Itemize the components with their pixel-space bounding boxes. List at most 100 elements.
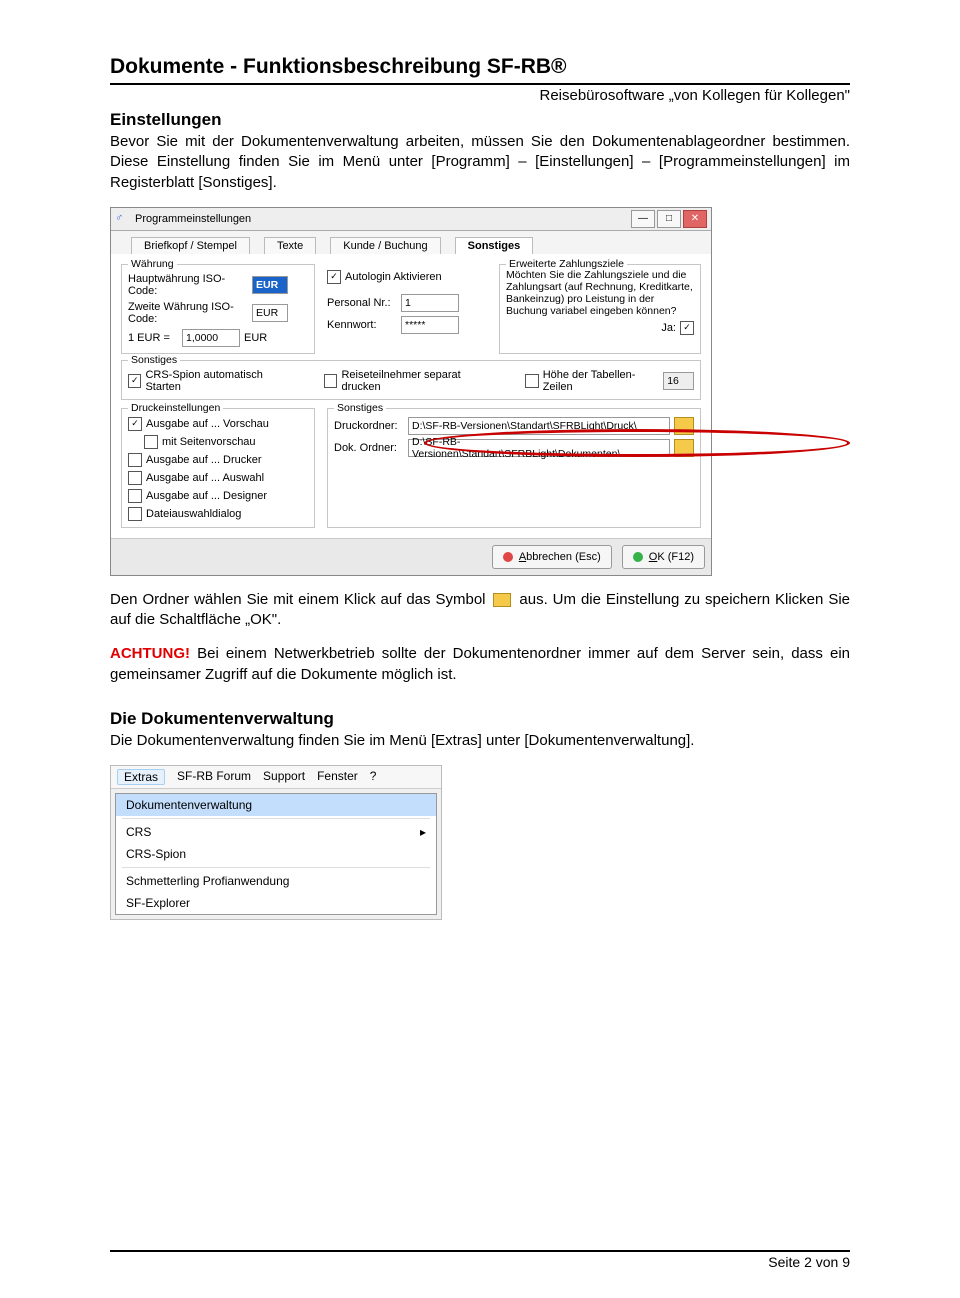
window-min-button[interactable]: — bbox=[631, 210, 655, 228]
checkbox-tabellenhoehe[interactable] bbox=[525, 374, 538, 388]
title-rule bbox=[110, 83, 850, 85]
menu-support[interactable]: Support bbox=[263, 769, 305, 785]
text-zahlungsziele: Möchten Sie die Zahlungsziele und die Za… bbox=[506, 269, 694, 317]
window-close-button[interactable]: ✕ bbox=[683, 210, 707, 228]
label-kennwort: Kennwort: bbox=[327, 319, 397, 331]
menu-separator-1 bbox=[122, 818, 430, 819]
label-dokordner: Dok. Ordner: bbox=[334, 442, 404, 454]
menu-item-schmetterling[interactable]: Schmetterling Profianwendung bbox=[116, 870, 436, 892]
menu-item-dokumentenverwaltung[interactable]: Dokumentenverwaltung bbox=[116, 794, 436, 816]
input-personal-nr[interactable]: 1 bbox=[401, 294, 459, 312]
label-crs-spion: CRS-Spion automatisch Starten bbox=[145, 369, 294, 393]
tab-sonstiges[interactable]: Sonstiges bbox=[455, 237, 534, 254]
achtung-text: Bei einem Netwerkbetrieb sollte der Doku… bbox=[110, 645, 850, 682]
cancel-icon bbox=[503, 552, 513, 562]
group-title-zahlungsziele: Erweiterte Zahlungsziele bbox=[506, 258, 627, 270]
group-title-folders: Sonstiges bbox=[334, 402, 386, 414]
settings-window: ♂ Programmeinstellungen — □ ✕ Briefkopf … bbox=[110, 207, 712, 576]
para-ordner: Den Ordner wählen Sie mit einem Klick au… bbox=[110, 590, 850, 631]
input-kennwort[interactable]: ***** bbox=[401, 316, 459, 334]
checkbox-vorschau[interactable] bbox=[128, 417, 142, 431]
label-zweite-waehrung: Zweite Währung ISO-Code: bbox=[128, 301, 248, 325]
menu-item-crs-label: CRS bbox=[126, 825, 151, 839]
group-zahlungsziele: Erweiterte Zahlungsziele Möchten Sie die… bbox=[499, 264, 701, 354]
label-autologin: Autologin Aktivieren bbox=[345, 271, 442, 283]
menu-forum[interactable]: SF-RB Forum bbox=[177, 769, 251, 785]
inline-folder-icon bbox=[493, 593, 511, 607]
ok-button[interactable]: OK (F12) bbox=[622, 545, 705, 569]
settings-tabs: Briefkopf / Stempel Texte Kunde / Buchun… bbox=[111, 231, 711, 254]
doc-title: Dokumente - Funktionsbeschreibung SF-RB® bbox=[110, 55, 850, 79]
window-max-button[interactable]: □ bbox=[657, 210, 681, 228]
group-sonstiges-1: Sonstiges CRS-Spion automatisch Starten … bbox=[121, 360, 701, 400]
menu-item-schmetterling-label: Schmetterling Profianwendung bbox=[126, 874, 289, 888]
extras-menu-screenshot: Extras SF-RB Forum Support Fenster ? Dok… bbox=[110, 765, 442, 920]
input-dokordner[interactable]: D:\SF-RB-Versionen\Standart\SFRBLight\Do… bbox=[408, 439, 670, 457]
menu-extras[interactable]: Extras bbox=[117, 769, 165, 785]
label-personal-nr: Personal Nr.: bbox=[327, 297, 397, 309]
label-vorschau: Ausgabe auf ... Vorschau bbox=[146, 418, 269, 430]
checkbox-zahlungsziele-ja[interactable] bbox=[680, 321, 694, 335]
group-title-druck: Druckeinstellungen bbox=[128, 402, 223, 414]
label-dateiauswahl: Dateiauswahldialog bbox=[146, 508, 241, 520]
menu-item-sf-explorer[interactable]: SF-Explorer bbox=[116, 892, 436, 914]
ok-label: K (F12) bbox=[657, 551, 694, 563]
group-druckeinstellungen: Druckeinstellungen Ausgabe auf ... Vorsc… bbox=[121, 408, 315, 528]
doc-subtitle: Reisebürosoftware „von Kollegen für Koll… bbox=[110, 87, 850, 104]
checkbox-designer[interactable] bbox=[128, 489, 142, 503]
label-reiseteilnehmer: Reiseteilnehmer separat drucken bbox=[341, 369, 495, 393]
label-hauptwaehrung: Hauptwährung ISO-Code: bbox=[128, 273, 248, 297]
label-drucker: Ausgabe auf ... Drucker bbox=[146, 454, 262, 466]
heading-einstellungen: Einstellungen bbox=[110, 110, 850, 130]
label-kurs: 1 EUR = bbox=[128, 332, 178, 344]
label-designer: Ausgabe auf ... Designer bbox=[146, 490, 267, 502]
heading-verwaltung: Die Dokumentenverwaltung bbox=[110, 709, 850, 729]
menu-separator-2 bbox=[122, 867, 430, 868]
ok-icon bbox=[633, 552, 643, 562]
input-tabellenhoehe[interactable]: 16 bbox=[663, 372, 694, 390]
menu-bar: Extras SF-RB Forum Support Fenster ? bbox=[111, 766, 441, 789]
checkbox-reiseteilnehmer[interactable] bbox=[324, 374, 337, 388]
label-kurs-eur: EUR bbox=[244, 332, 267, 344]
submenu-arrow-icon: ▸ bbox=[420, 825, 426, 839]
menu-fenster[interactable]: Fenster bbox=[317, 769, 358, 785]
cancel-label: bbrechen (Esc) bbox=[526, 551, 601, 563]
extras-dropdown: Dokumentenverwaltung CRS ▸ CRS-Spion Sch… bbox=[115, 793, 437, 915]
group-waehrung: Währung Hauptwährung ISO-Code: EUR Zweit… bbox=[121, 264, 315, 354]
para-verwaltung: Die Dokumentenverwaltung finden Sie im M… bbox=[110, 731, 850, 751]
label-auswahl: Ausgabe auf ... Auswahl bbox=[146, 472, 264, 484]
group-title-sonstiges1: Sonstiges bbox=[128, 354, 180, 366]
label-seitenvorschau: mit Seitenvorschau bbox=[162, 436, 256, 448]
tab-kunde[interactable]: Kunde / Buchung bbox=[330, 237, 440, 254]
cancel-button[interactable]: Abbrechen (Esc) bbox=[492, 545, 612, 569]
tab-briefkopf[interactable]: Briefkopf / Stempel bbox=[131, 237, 250, 254]
menu-item-dok-label: Dokumentenverwaltung bbox=[126, 798, 252, 812]
checkbox-crs-spion[interactable] bbox=[128, 374, 141, 388]
app-icon: ♂ bbox=[115, 212, 129, 226]
folder-browse-dok-icon[interactable] bbox=[674, 439, 694, 457]
checkbox-drucker[interactable] bbox=[128, 453, 142, 467]
group-folders: Sonstiges Druckordner: D:\SF-RB-Versione… bbox=[327, 408, 701, 528]
window-title: Programmeinstellungen bbox=[135, 213, 625, 225]
checkbox-dateiauswahl[interactable] bbox=[128, 507, 142, 521]
menu-item-crs-spion-label: CRS-Spion bbox=[126, 847, 186, 861]
menu-help[interactable]: ? bbox=[370, 769, 377, 785]
tab-texte[interactable]: Texte bbox=[264, 237, 316, 254]
text-ordner-1: Den Ordner wählen Sie mit einem Klick au… bbox=[110, 591, 490, 608]
label-ja: Ja: bbox=[661, 322, 676, 334]
window-titlebar: ♂ Programmeinstellungen — □ ✕ bbox=[111, 208, 711, 231]
input-hauptwaehrung[interactable]: EUR bbox=[252, 276, 288, 294]
checkbox-auswahl[interactable] bbox=[128, 471, 142, 485]
label-druckordner: Druckordner: bbox=[334, 420, 404, 432]
input-druckordner[interactable]: D:\SF-RB-Versionen\Standart\SFRBLight\Dr… bbox=[408, 417, 670, 435]
menu-item-crs-spion[interactable]: CRS-Spion bbox=[116, 843, 436, 865]
folder-browse-druck-icon[interactable] bbox=[674, 417, 694, 435]
input-kurs[interactable]: 1,0000 bbox=[182, 329, 240, 347]
checkbox-autologin[interactable] bbox=[327, 270, 341, 284]
menu-item-crs[interactable]: CRS ▸ bbox=[116, 821, 436, 843]
para-einstellungen: Bevor Sie mit der Dokumentenverwaltung a… bbox=[110, 132, 850, 193]
input-zweite-waehrung[interactable]: EUR bbox=[252, 304, 288, 322]
footer-rule bbox=[110, 1250, 850, 1252]
checkbox-seitenvorschau[interactable] bbox=[144, 435, 158, 449]
label-tabellenhoehe: Höhe der Tabellen-Zeilen bbox=[543, 369, 660, 393]
